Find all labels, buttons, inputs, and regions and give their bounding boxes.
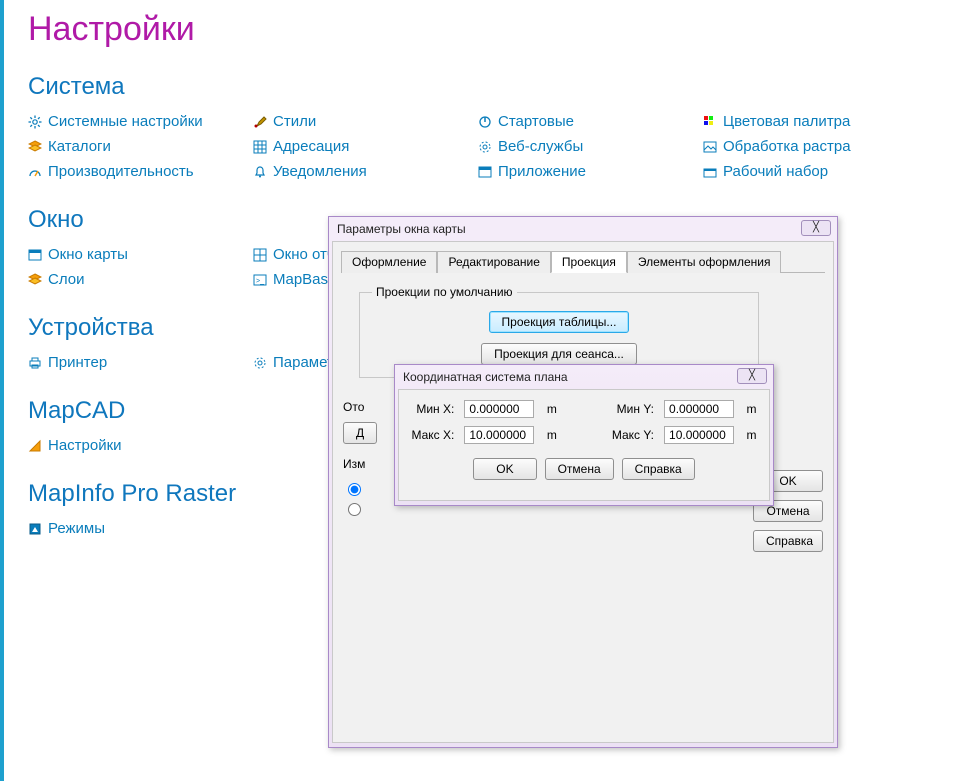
link-label: Принтер (48, 354, 107, 371)
link-label: Веб-службы (498, 138, 583, 155)
maxx-input[interactable] (464, 426, 534, 444)
terminal-icon: >_ (253, 273, 267, 287)
titlebar2[interactable]: Координатная система плана ╳ (395, 365, 773, 389)
link-webservices[interactable]: Веб-службы (478, 134, 703, 159)
legend: Проекции по умолчанию (372, 285, 517, 299)
link-performance[interactable]: Производительность (28, 159, 253, 184)
link-label: Стартовые (498, 113, 574, 130)
layers-icon (28, 140, 42, 154)
printer-icon (28, 356, 42, 370)
link-system-settings[interactable]: Системные настройки (28, 109, 253, 134)
image-icon (703, 140, 717, 154)
link-layers-opt[interactable]: Слои (28, 267, 253, 292)
map-icon (28, 248, 42, 262)
titlebar[interactable]: Параметры окна карты ╳ (329, 217, 837, 241)
link-label: Настройки (48, 437, 122, 454)
palette-icon (703, 115, 717, 129)
gear-small-icon (478, 140, 492, 154)
link-printer[interactable]: Принтер (28, 350, 253, 375)
link-label: Адресация (273, 138, 349, 155)
link-raster-modes[interactable]: Режимы (28, 516, 253, 541)
btn-d[interactable]: Д (343, 422, 377, 444)
btn-ok-coord[interactable]: OK (473, 458, 536, 480)
link-label: Рабочий набор (723, 163, 828, 180)
link-styles[interactable]: Стили (253, 109, 478, 134)
link-workspace[interactable]: Рабочий набор (703, 159, 928, 184)
gear-icon (28, 115, 42, 129)
radio-1[interactable] (343, 480, 364, 496)
link-label: Окно карты (48, 246, 128, 263)
btn-cancel-coord[interactable]: Отмена (545, 458, 614, 480)
link-startup[interactable]: Стартовые (478, 109, 703, 134)
link-mapcad-settings[interactable]: Настройки (28, 433, 253, 458)
tab-elements[interactable]: Элементы оформления (627, 251, 782, 273)
btn-projection-session[interactable]: Проекция для сеанса... (481, 343, 637, 365)
link-palette[interactable]: Цветовая палитра (703, 109, 928, 134)
link-label: Цветовая палитра (723, 113, 850, 130)
tabs: Оформление Редактирование Проекция Элеме… (341, 250, 825, 273)
unit: m (547, 402, 559, 416)
miny-label: Мин Y: (609, 402, 654, 416)
maxy-input[interactable] (664, 426, 734, 444)
maxy-label: Макс Y: (609, 428, 654, 442)
gauge-icon (28, 165, 42, 179)
btn-projection-table[interactable]: Проекция таблицы... (489, 311, 630, 333)
triangle-icon (28, 439, 42, 453)
window-icon (478, 165, 492, 179)
link-label: Производительность (48, 163, 194, 180)
brush-icon (253, 115, 267, 129)
layers2-icon (28, 273, 42, 287)
radio-2[interactable] (343, 500, 364, 516)
square-icon (28, 522, 42, 536)
close-icon2[interactable]: ╳ (737, 368, 767, 384)
section-system: Система (28, 73, 935, 101)
link-label: Каталоги (48, 138, 111, 155)
page-title: Настройки (28, 10, 935, 49)
link-label: Приложение (498, 163, 586, 180)
link-map-window[interactable]: Окно карты (28, 242, 253, 267)
tab-edit[interactable]: Редактирование (437, 251, 550, 273)
minx-label: Мин X: (409, 402, 454, 416)
miny-input[interactable] (664, 400, 734, 418)
tab-projection[interactable]: Проекция (551, 251, 627, 273)
link-application[interactable]: Приложение (478, 159, 703, 184)
btn-help-main[interactable]: Справка (753, 530, 823, 552)
link-catalogs[interactable]: Каталоги (28, 134, 253, 159)
link-label: Слои (48, 271, 84, 288)
unit: m (747, 402, 760, 416)
maxx-label: Макс X: (409, 428, 454, 442)
bell-icon (253, 165, 267, 179)
link-addressing[interactable]: Адресация (253, 134, 478, 159)
link-label: Стили (273, 113, 316, 130)
dialog2-title: Координатная система плана (403, 370, 568, 384)
unit: m (747, 428, 760, 442)
power-icon (478, 115, 492, 129)
dialog-title: Параметры окна карты (337, 222, 466, 236)
minx-input[interactable] (464, 400, 534, 418)
gear2-icon (253, 356, 267, 370)
link-notifications[interactable]: Уведомления (253, 159, 478, 184)
link-label: Системные настройки (48, 113, 203, 130)
label-oto: Ото (343, 400, 364, 414)
folder-icon (703, 165, 717, 179)
link-label: Режимы (48, 520, 105, 537)
link-label: Уведомления (273, 163, 367, 180)
grid2-icon (253, 248, 267, 262)
btn-help-coord[interactable]: Справка (622, 458, 695, 480)
link-label: Обработка растра (723, 138, 851, 155)
grid-icon (253, 140, 267, 154)
close-icon[interactable]: ╳ (801, 220, 831, 236)
label-izm: Изм (343, 457, 365, 471)
link-raster-proc[interactable]: Обработка растра (703, 134, 928, 159)
tab-design[interactable]: Оформление (341, 251, 437, 273)
dialog-coord-system: Координатная система плана ╳ Мин X: m Ми… (394, 364, 774, 506)
svg-text:>_: >_ (256, 278, 264, 285)
left-rule (0, 0, 4, 781)
unit: m (547, 428, 559, 442)
